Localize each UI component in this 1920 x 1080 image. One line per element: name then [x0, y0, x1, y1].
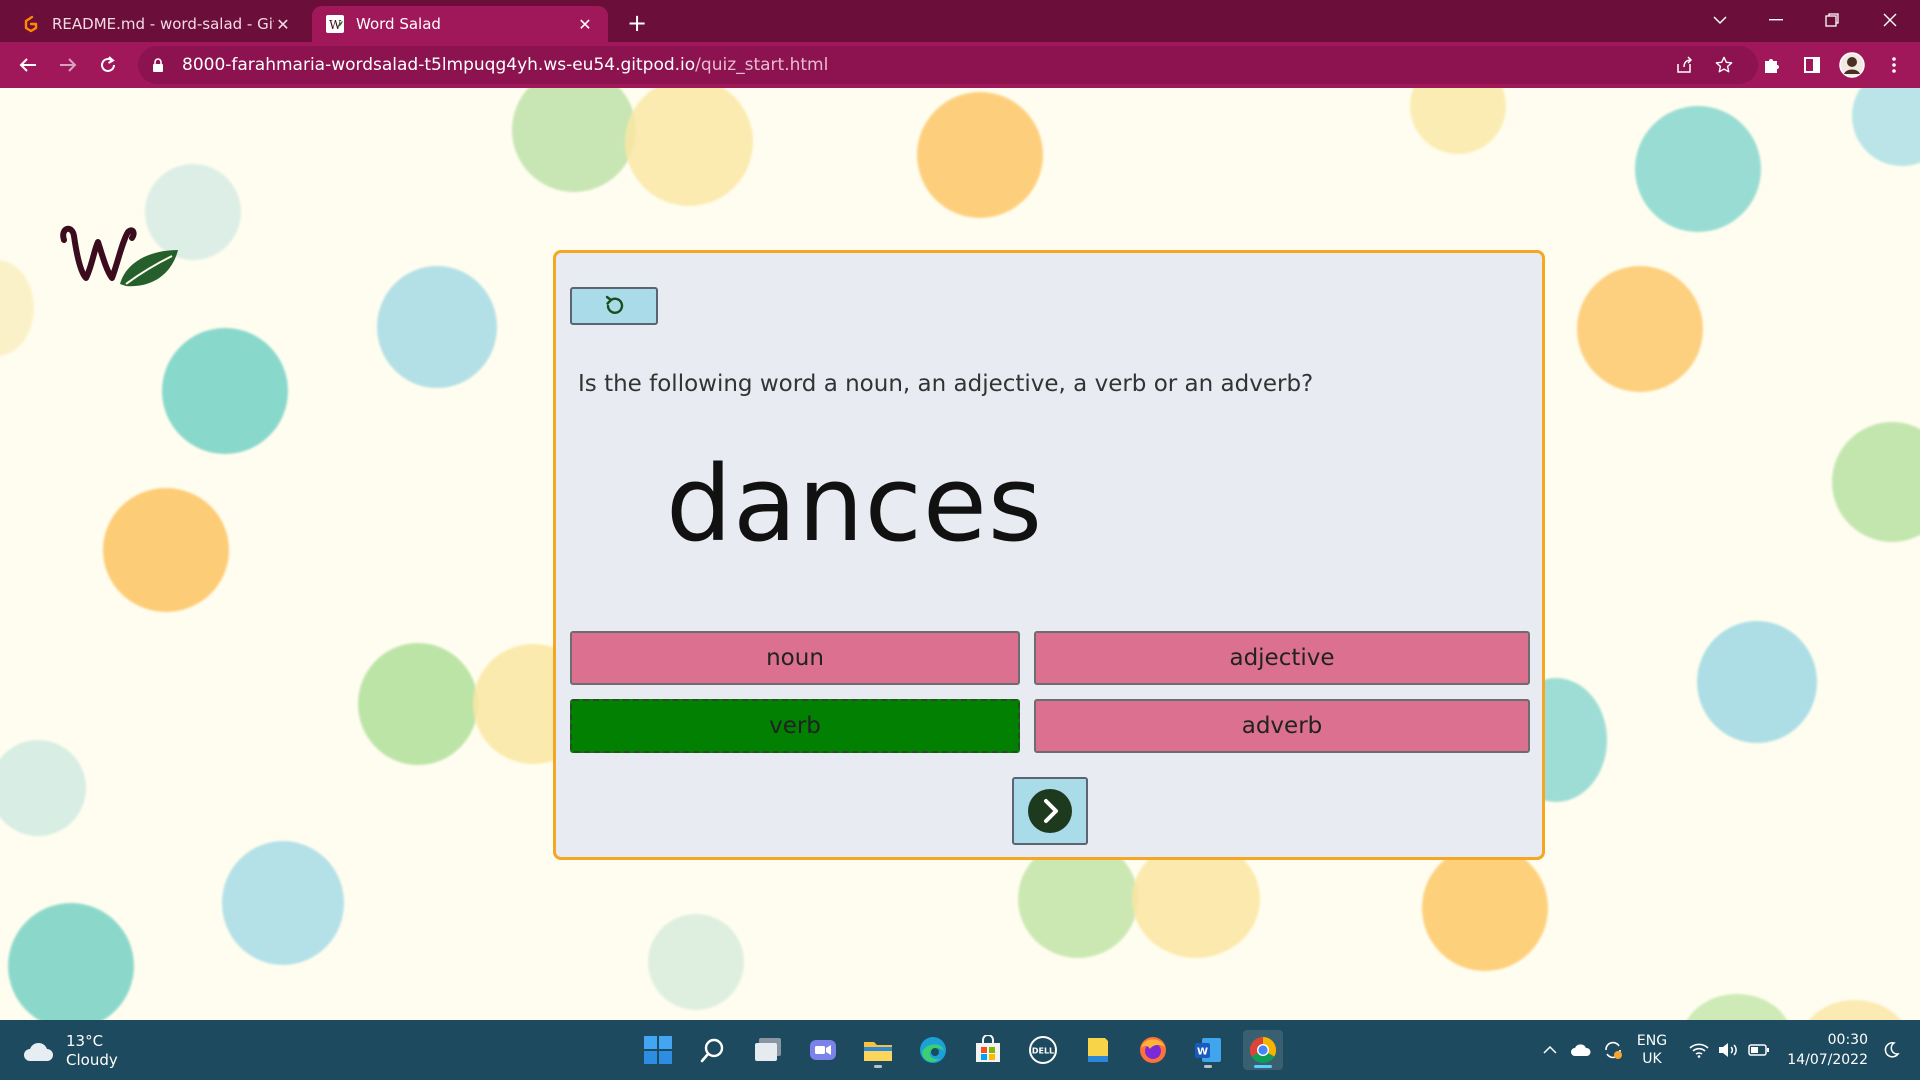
background-dot [1682, 994, 1792, 1020]
task-view-icon[interactable] [748, 1030, 788, 1070]
word-app-icon[interactable]: W [1188, 1030, 1228, 1070]
bookmark-star-icon[interactable] [1708, 46, 1740, 84]
background-dot [0, 740, 86, 836]
answer-adjective-button[interactable]: adjective [1034, 631, 1530, 685]
background-dot [162, 328, 288, 454]
menu-kebab-icon[interactable] [1878, 49, 1910, 81]
answer-verb-button[interactable]: verb [570, 699, 1020, 753]
dell-icon[interactable]: DELL [1023, 1030, 1063, 1070]
background-dot [625, 88, 753, 206]
share-icon[interactable] [1668, 46, 1700, 84]
tab-title: README.md - word-salad - Gitpod [52, 15, 274, 33]
close-tab-icon[interactable]: ✕ [576, 15, 594, 34]
svg-text:W: W [1197, 1047, 1208, 1058]
weather-description: Cloudy [66, 1051, 118, 1069]
show-hidden-icons-chevron-icon[interactable] [1538, 1020, 1562, 1080]
background-dot [1800, 1000, 1910, 1020]
extensions-puzzle-icon[interactable] [1756, 49, 1788, 81]
gitpod-icon [22, 15, 40, 33]
tab-search-chevron-icon[interactable] [1692, 0, 1748, 40]
lock-icon [152, 57, 168, 73]
microsoft-store-icon[interactable] [968, 1030, 1008, 1070]
weather-temperature: 13°C [66, 1032, 104, 1050]
browser-tab-bar: README.md - word-salad - Gitpod ✕ W Word… [0, 0, 1920, 42]
restart-button[interactable] [570, 287, 658, 325]
sticky-notes-icon[interactable] [1078, 1030, 1118, 1070]
background-dot [1577, 266, 1703, 392]
language-code: ENG [1636, 1033, 1668, 1049]
active-indicator [1254, 1065, 1272, 1068]
chrome-icon[interactable] [1243, 1030, 1283, 1070]
file-explorer-icon[interactable] [858, 1030, 898, 1070]
windows-taskbar: 13°C Cloudy DELL W ENG UK 00:30 14/07/20… [0, 1020, 1920, 1080]
firefox-icon[interactable] [1133, 1030, 1173, 1070]
background-dot [358, 643, 478, 765]
running-indicator [874, 1065, 882, 1068]
weather-widget[interactable]: 13°C Cloudy [22, 1032, 118, 1070]
clock-date: 14/07/2022 [1787, 1052, 1868, 1068]
system-clock[interactable]: 00:30 14/07/2022 [1787, 1030, 1868, 1070]
answer-adverb-button[interactable]: adverb [1034, 699, 1530, 753]
word-salad-logo[interactable] [56, 210, 186, 300]
background-dot [8, 903, 134, 1020]
search-icon[interactable] [693, 1030, 733, 1070]
word-salad-favicon-icon: W [326, 15, 344, 33]
notifications-moon-icon[interactable] [1878, 1020, 1904, 1080]
background-dot [1832, 422, 1920, 542]
battery-icon[interactable] [1746, 1020, 1772, 1080]
back-arrow-icon[interactable] [12, 49, 44, 81]
background-dot [512, 88, 636, 192]
question-text: Is the following word a noun, an adjecti… [578, 371, 1314, 397]
browser-toolbar: 8000-farahmaria-wordsalad-t5lmpuqg4yh.ws… [0, 42, 1920, 88]
background-dot [1410, 88, 1506, 154]
clock-time: 00:30 [1827, 1032, 1868, 1048]
url-path: /quiz_start.html [695, 55, 829, 75]
minimize-icon[interactable] [1748, 0, 1804, 40]
restart-icon [605, 295, 624, 314]
close-tab-icon[interactable]: ✕ [274, 15, 292, 34]
forward-arrow-icon[interactable] [52, 49, 84, 81]
answer-noun-button[interactable]: noun [570, 631, 1020, 685]
chevron-right-circle-icon [1028, 789, 1072, 833]
background-dot [917, 92, 1043, 218]
address-bar[interactable]: 8000-farahmaria-wordsalad-t5lmpuqg4yh.ws… [138, 46, 1758, 84]
tab-readme[interactable]: README.md - word-salad - Gitpod ✕ [8, 6, 306, 42]
background-dot [377, 266, 497, 388]
background-dot [222, 841, 344, 965]
svg-text:DELL: DELL [1032, 1047, 1054, 1056]
sync-icon[interactable] [1600, 1020, 1626, 1080]
tab-title: Word Salad [356, 15, 441, 33]
close-window-icon[interactable] [1862, 0, 1918, 40]
running-indicator [1204, 1065, 1212, 1068]
onedrive-cloud-icon[interactable] [1568, 1020, 1594, 1080]
start-windows-icon[interactable] [638, 1030, 678, 1070]
quiz-word: dances [666, 443, 1044, 565]
background-dot [103, 488, 229, 612]
side-panel-icon[interactable] [1796, 49, 1828, 81]
reload-icon[interactable] [92, 49, 124, 81]
background-dot [1852, 88, 1920, 166]
background-dot [0, 260, 34, 356]
wifi-icon[interactable] [1686, 1020, 1712, 1080]
new-tab-plus-icon[interactable]: + [622, 8, 652, 38]
region-code: UK [1642, 1051, 1662, 1067]
edge-browser-icon[interactable] [913, 1030, 953, 1070]
volume-icon[interactable] [1716, 1020, 1742, 1080]
restore-icon[interactable] [1804, 0, 1860, 40]
web-page: Is the following word a noun, an adjecti… [0, 88, 1920, 1020]
language-indicator[interactable]: ENG UK [1632, 1020, 1672, 1080]
tab-word-salad[interactable]: W Word Salad ✕ [312, 6, 608, 42]
quiz-card: Is the following word a noun, an adjecti… [553, 250, 1545, 860]
teams-chat-icon[interactable] [803, 1030, 843, 1070]
cloud-icon [24, 1042, 53, 1061]
background-dot [648, 914, 744, 1010]
next-question-button[interactable] [1012, 777, 1088, 845]
background-dot [1697, 621, 1817, 743]
url-host: 8000-farahmaria-wordsalad-t5lmpuqg4yh.ws… [182, 55, 696, 75]
background-dot [1422, 845, 1548, 971]
background-dot [1635, 106, 1761, 232]
profile-avatar[interactable] [1836, 49, 1868, 81]
